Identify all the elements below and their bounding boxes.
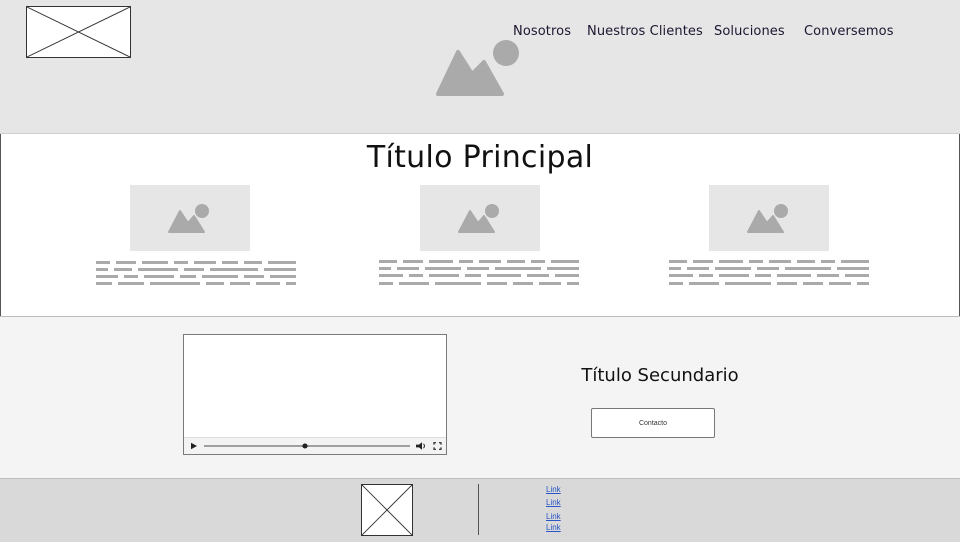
nav-item-nosotros[interactable]: Nosotros	[513, 24, 571, 39]
contact-button[interactable]: Contacto	[591, 408, 715, 438]
video-player[interactable]	[183, 334, 447, 455]
feature-card	[96, 185, 316, 295]
footer-link[interactable]: Link	[546, 498, 606, 507]
feature-card	[669, 185, 895, 295]
text-lines-placeholder	[669, 260, 869, 285]
page-title: Título Principal	[366, 140, 594, 175]
play-icon	[191, 442, 197, 450]
video-section: Título Secundario Contacto	[0, 316, 960, 479]
nav-item-nuestros-clientes[interactable]: Nuestros Clientes	[587, 24, 703, 39]
footer-links: Link Link Link Link	[546, 485, 606, 532]
fullscreen-icon	[433, 442, 442, 450]
footer-divider	[478, 484, 479, 535]
header: Nosotros Nuestros Clientes Soluciones Co…	[0, 0, 960, 134]
video-controls	[184, 437, 446, 454]
image-placeholder-icon	[420, 185, 540, 251]
image-placeholder-icon	[130, 185, 250, 251]
video-progress-handle	[302, 443, 308, 449]
footer-link[interactable]: Link	[546, 485, 606, 494]
hero-image-placeholder-icon	[436, 38, 522, 98]
text-lines-placeholder	[379, 260, 579, 285]
footer-link[interactable]: Link	[546, 523, 606, 532]
footer: Link Link Link Link	[0, 479, 960, 542]
secondary-title: Título Secundario	[581, 365, 739, 386]
text-lines-placeholder	[96, 261, 296, 285]
feature-card	[379, 185, 606, 295]
volume-icon	[416, 442, 425, 450]
nav-item-soluciones[interactable]: Soluciones	[714, 24, 785, 39]
footer-link[interactable]: Link	[546, 512, 606, 521]
nav-item-conversemos[interactable]: Conversemos	[804, 24, 894, 39]
image-placeholder-icon	[709, 185, 829, 251]
footer-logo-placeholder[interactable]	[361, 484, 413, 536]
